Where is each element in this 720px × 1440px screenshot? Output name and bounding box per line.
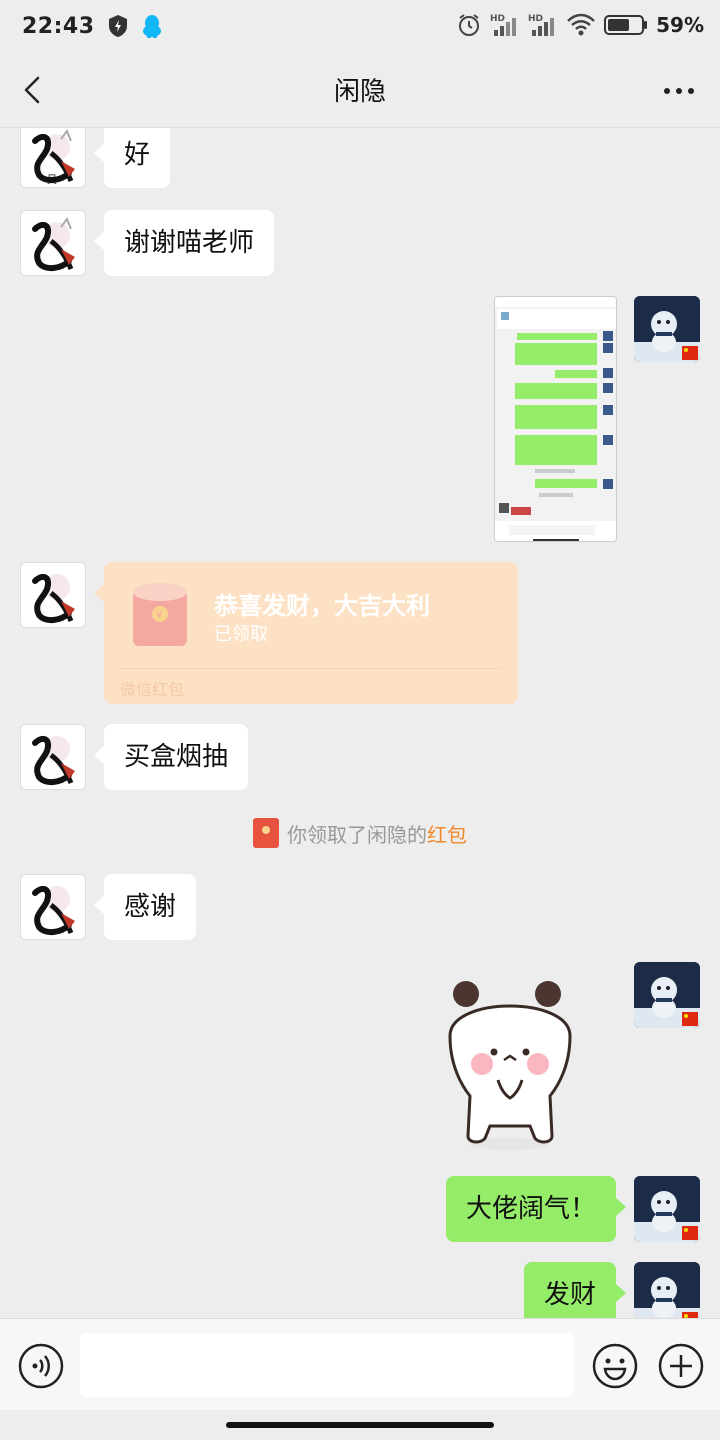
home-indicator[interactable] xyxy=(226,1422,494,1428)
message-bubble[interactable]: 发财 xyxy=(523,1262,627,1318)
red-envelope-icon: ¥ xyxy=(133,583,187,646)
notice-text: 你领取了闲隐的 xyxy=(287,822,427,847)
chat-screen: 22:43 HD HD 59% 闲隐 吴 好 谢谢喵老师 ¥ 恭喜发财，大吉大利… xyxy=(0,0,720,1440)
qq-penguin-icon xyxy=(142,15,161,38)
status-bar: 22:43 HD HD 59% xyxy=(0,0,720,52)
message-bubble[interactable]: 买盒烟抽 xyxy=(93,724,249,790)
contact-avatar[interactable]: 吴 xyxy=(20,128,86,188)
status-left-icons xyxy=(107,13,163,39)
plus-icon[interactable] xyxy=(658,1343,704,1389)
message-text: 谢谢喵老师 xyxy=(124,228,255,258)
notice-highlight-link[interactable]: 红包 xyxy=(427,823,467,847)
message-text: 发财 xyxy=(543,1280,596,1310)
message-text: 好 xyxy=(124,140,151,170)
alarm-icon xyxy=(459,14,480,36)
message-bubble[interactable]: 谢谢喵老师 xyxy=(93,210,275,276)
system-notice: 你领取了闲隐的红包 xyxy=(0,818,720,848)
svg-text:HD: HD xyxy=(490,14,505,24)
contact-avatar[interactable] xyxy=(20,562,86,628)
message-bubble[interactable]: 好 xyxy=(93,128,171,188)
status-time: 22:43 xyxy=(22,13,95,39)
signal-hd-icon: HD xyxy=(490,14,517,36)
input-bar xyxy=(0,1318,720,1410)
red-packet-title: 恭喜发财，大吉大利 xyxy=(214,592,430,620)
red-envelope-small-icon xyxy=(253,818,279,848)
wifi-icon xyxy=(567,13,596,36)
contact-avatar[interactable] xyxy=(20,724,86,790)
back-arrow-icon[interactable] xyxy=(18,74,50,106)
voice-input-icon[interactable] xyxy=(18,1343,64,1389)
red-packet-footer: 微信红包 xyxy=(120,680,185,699)
contact-avatar[interactable] xyxy=(20,210,86,276)
svg-text:HD: HD xyxy=(528,14,543,24)
battery-icon xyxy=(604,15,648,35)
self-avatar[interactable] xyxy=(634,296,700,362)
emoji-icon[interactable] xyxy=(592,1343,638,1389)
status-right-icons: HD HD 59% xyxy=(456,12,704,38)
chat-title: 闲隐 xyxy=(333,77,386,107)
message-bubble[interactable]: 感谢 xyxy=(93,874,197,940)
message-list[interactable]: 吴 好 谢谢喵老师 ¥ 恭喜发财，大吉大利 已领取 微信红包 买盒烟抽 你领取了… xyxy=(0,128,720,1318)
message-bubble[interactable]: 大佬阔气！ xyxy=(445,1176,627,1242)
self-avatar[interactable] xyxy=(634,1176,700,1242)
more-options-icon[interactable] xyxy=(664,88,694,94)
chat-header: 闲隐 xyxy=(0,52,720,128)
signal-hd-icon-2: HD xyxy=(528,14,555,36)
chat-screenshot-thumbnail[interactable] xyxy=(494,296,617,542)
contact-avatar[interactable] xyxy=(20,874,86,940)
red-packet-divider xyxy=(120,668,502,669)
message-input[interactable] xyxy=(80,1333,574,1397)
self-avatar[interactable] xyxy=(634,962,700,1028)
svg-text:¥: ¥ xyxy=(156,610,162,621)
battery-percent: 59% xyxy=(656,13,704,37)
message-text: 买盒烟抽 xyxy=(124,742,229,772)
red-packet-status: 已领取 xyxy=(214,624,268,645)
message-text: 感谢 xyxy=(124,892,177,922)
svg-text:吴: 吴 xyxy=(47,174,57,186)
message-text: 大佬阔气！ xyxy=(465,1194,596,1224)
red-packet-message[interactable]: ¥ 恭喜发财，大吉大利 已领取 微信红包 xyxy=(94,562,518,704)
self-avatar[interactable] xyxy=(634,1262,700,1318)
panda-bear-sticker[interactable] xyxy=(440,976,580,1154)
shield-icon xyxy=(108,15,127,37)
